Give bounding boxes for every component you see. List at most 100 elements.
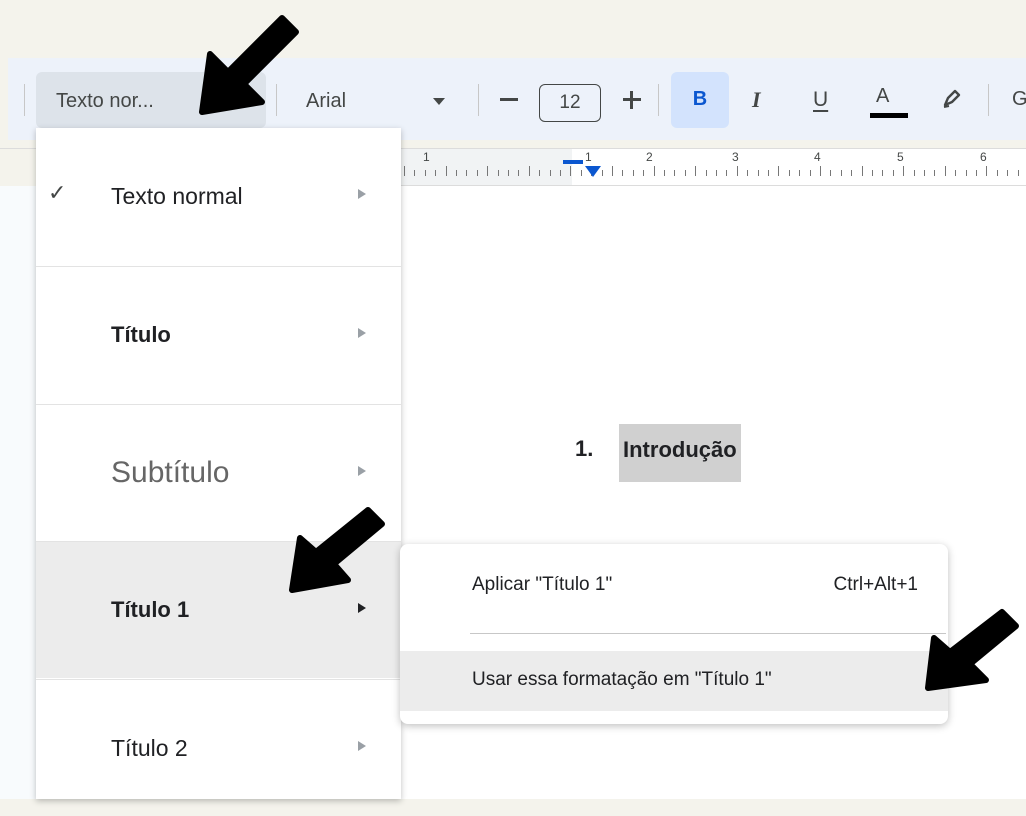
- ruler-tick: [664, 170, 665, 176]
- menu-item-label: Título 2: [111, 735, 188, 761]
- highlight-pen-icon[interactable]: [940, 86, 964, 110]
- toolbar-separator: [478, 84, 479, 116]
- apply-titulo-1-option[interactable]: Aplicar "Título 1": [472, 574, 612, 596]
- submenu-arrow-icon: [358, 189, 366, 199]
- ruler-tick: [872, 170, 873, 176]
- bold-label: B: [692, 88, 708, 110]
- menu-item-label: Título: [111, 322, 171, 347]
- menu-item-label: Título 1: [111, 597, 190, 622]
- text-color-button[interactable]: A: [876, 86, 889, 106]
- ruler-tick: [685, 170, 686, 176]
- ruler-tick: [986, 166, 987, 176]
- ruler-tick: [830, 170, 831, 176]
- submenu-arrow-icon: [358, 603, 366, 613]
- submenu-divider: [470, 633, 946, 634]
- ruler-tick: [550, 170, 551, 176]
- link-icon[interactable]: G: [1012, 89, 1026, 109]
- ruler-tick: [851, 170, 852, 176]
- paragraph-style-menu: ✓ Texto normal Título Subtítulo Título 1…: [36, 128, 401, 799]
- ruler-tick: [633, 170, 634, 176]
- toolbar-separator: [24, 84, 25, 116]
- ruler-tick: [560, 170, 561, 176]
- ruler-tick: [914, 170, 915, 176]
- ruler-tick: [477, 170, 478, 176]
- annotation-arrow-icon: [925, 609, 1019, 691]
- left-indent-marker[interactable]: [585, 166, 601, 177]
- menu-item-titulo[interactable]: Título: [36, 267, 401, 403]
- ruler-tick: [518, 170, 519, 176]
- left-gutter: [0, 186, 36, 799]
- submenu-arrow-icon: [358, 741, 366, 751]
- ruler-tick: [789, 170, 790, 176]
- ruler-tick: [810, 170, 811, 176]
- font-family-select[interactable]: Arial: [306, 90, 346, 113]
- checkmark-icon: ✓: [48, 180, 67, 205]
- submenu-arrow-icon: [358, 466, 366, 476]
- ruler-tick: [976, 170, 977, 176]
- font-dropdown-caret-icon[interactable]: [433, 98, 445, 105]
- submenu-arrow-icon: [358, 328, 366, 338]
- ruler-tick: [893, 170, 894, 176]
- paragraph-style-label: Texto nor...: [56, 90, 154, 112]
- ruler-tick: [758, 170, 759, 176]
- selected-heading-text[interactable]: Introdução: [619, 424, 741, 482]
- ruler-tick: [414, 170, 415, 176]
- ruler-tick: [435, 170, 436, 176]
- menu-item-titulo-2[interactable]: Título 2: [36, 680, 401, 816]
- ruler-tick: [997, 170, 998, 176]
- ruler-tick: [508, 170, 509, 176]
- titulo-1-submenu: Aplicar "Título 1" Ctrl+Alt+1 Usar essa …: [400, 544, 948, 724]
- ruler-tick: [466, 170, 467, 176]
- ruler-tick: [706, 170, 707, 176]
- menu-item-texto-normal[interactable]: ✓ Texto normal: [36, 128, 401, 264]
- ruler-tick: [799, 170, 800, 176]
- italic-button[interactable]: I: [752, 89, 761, 111]
- annotation-arrow-icon: [199, 15, 299, 115]
- underline-button[interactable]: U: [813, 89, 828, 110]
- ruler-tick: [529, 166, 530, 176]
- bold-button[interactable]: B: [671, 72, 729, 128]
- ruler-number: 3: [732, 150, 739, 164]
- ruler-tick: [695, 166, 696, 176]
- ruler-tick: [404, 166, 405, 176]
- ruler-tick: [602, 170, 603, 176]
- ruler-tick: [903, 166, 904, 176]
- decrease-font-size-icon[interactable]: [497, 92, 521, 108]
- ruler-tick: [737, 166, 738, 176]
- toolbar-separator: [988, 84, 989, 116]
- ruler-number: 5: [897, 150, 904, 164]
- increase-font-size-icon[interactable]: [620, 88, 644, 112]
- ruler-tick: [716, 170, 717, 176]
- ruler-number: 2: [646, 150, 653, 164]
- ruler-tick: [643, 170, 644, 176]
- ruler-tick: [820, 166, 821, 176]
- ruler-tick: [945, 166, 946, 176]
- ruler-number: 4: [814, 150, 821, 164]
- ruler-tick: [498, 170, 499, 176]
- ruler-tick: [768, 170, 769, 176]
- ruler-tick: [487, 166, 488, 176]
- ruler-tick: [747, 170, 748, 176]
- ruler-tick: [539, 170, 540, 176]
- update-titulo-1-to-match-option[interactable]: Usar essa formatação em "Título 1": [472, 669, 772, 691]
- keyboard-shortcut: Ctrl+Alt+1: [833, 574, 918, 595]
- ruler-tick: [674, 170, 675, 176]
- ruler-tick: [425, 170, 426, 176]
- ruler-tick: [622, 170, 623, 176]
- ruler-tick: [841, 170, 842, 176]
- ruler-tick: [934, 170, 935, 176]
- ruler-tick: [955, 170, 956, 176]
- heading-list-number: 1.: [575, 436, 594, 461]
- ruler-tick: [446, 166, 447, 176]
- ruler-tick: [778, 166, 779, 176]
- ruler-tick: [456, 170, 457, 176]
- ruler-tick: [924, 170, 925, 176]
- toolbar-separator: [658, 84, 659, 116]
- font-size-input[interactable]: 12: [539, 84, 601, 122]
- ruler-tick: [570, 166, 571, 176]
- ruler-tick: [966, 170, 967, 176]
- annotation-arrow-icon: [289, 507, 385, 593]
- ruler-tick: [1018, 170, 1019, 176]
- ruler-tick: [654, 166, 655, 176]
- first-line-indent-marker[interactable]: [563, 160, 583, 164]
